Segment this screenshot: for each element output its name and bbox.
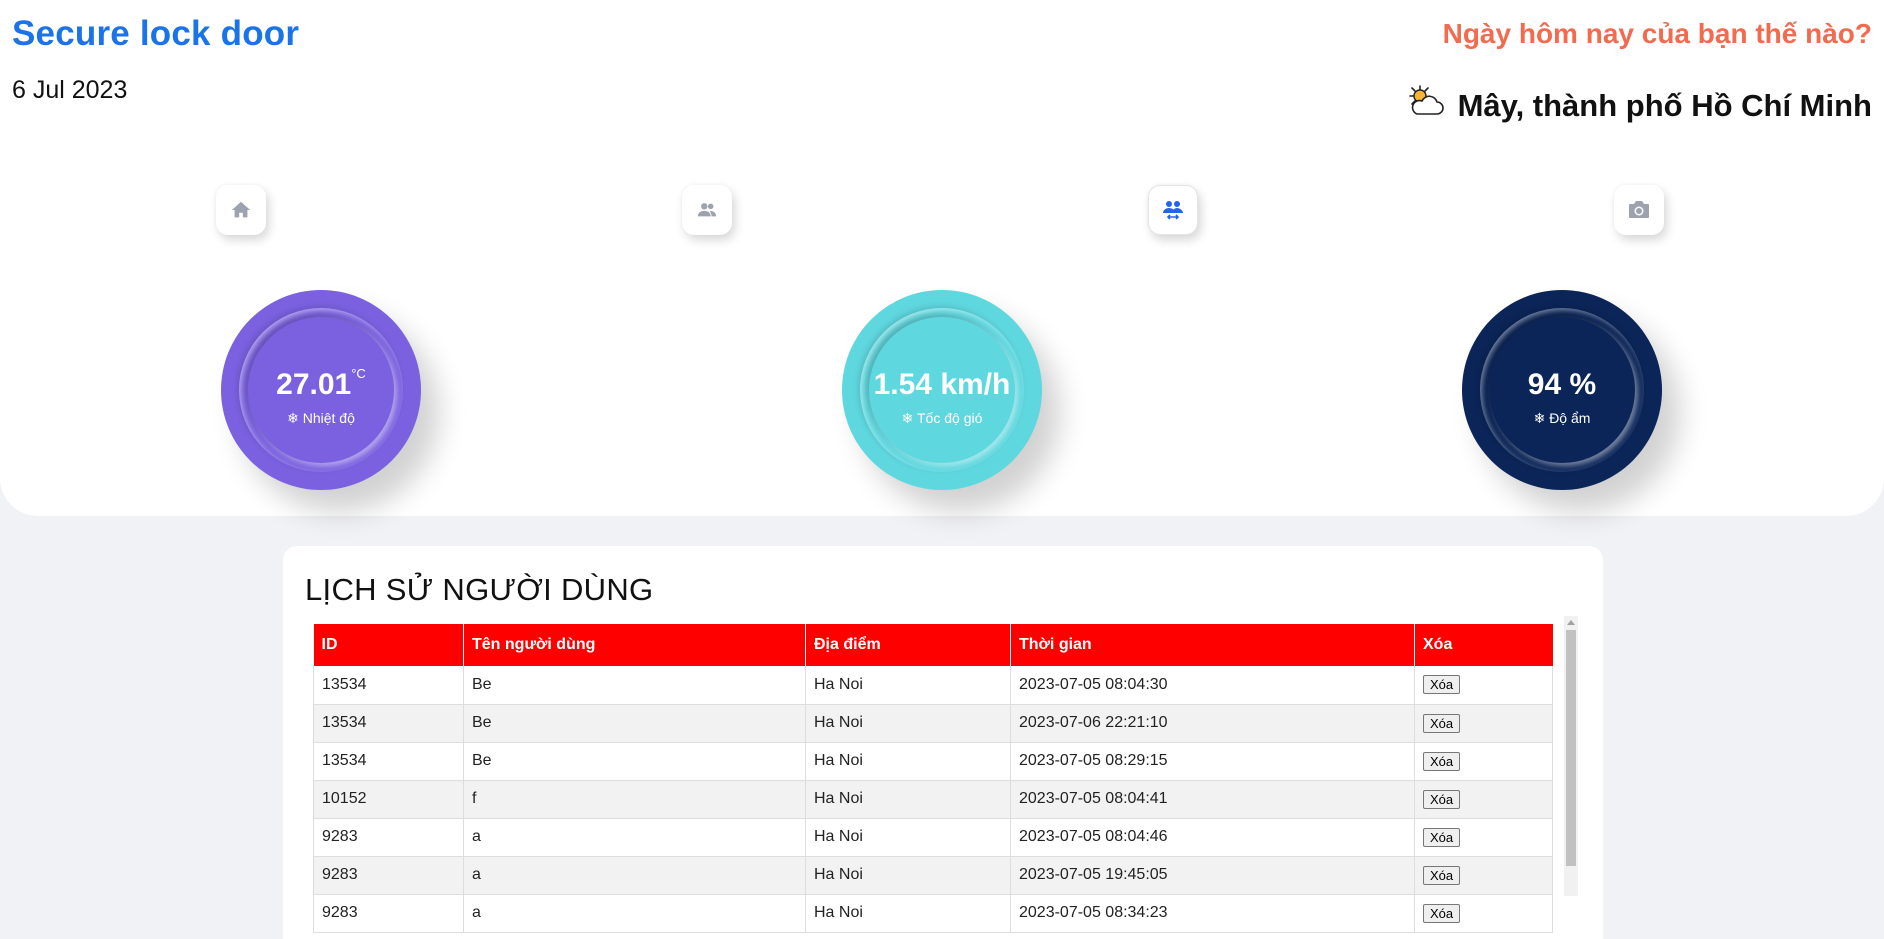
users-icon: [697, 203, 717, 217]
history-table: ID Tên người dùng Địa điểm Thời gian Xóa…: [313, 624, 1553, 933]
cell-delete: Xóa: [1414, 704, 1553, 743]
table-row: 13534 Be Ha Noi 2023-07-05 08:04:30 Xóa: [313, 666, 1553, 705]
table-header-row: ID Tên người dùng Địa điểm Thời gian Xóa: [313, 624, 1553, 666]
cell-delete: Xóa: [1414, 666, 1553, 705]
temperature-unit: °C: [351, 366, 366, 381]
cell-time: 2023-07-05 19:45:05: [1010, 856, 1415, 895]
delete-button[interactable]: Xóa: [1423, 675, 1461, 695]
cloud-sun-icon: [1406, 84, 1444, 127]
delete-button[interactable]: Xóa: [1423, 751, 1461, 771]
cell-id: 9283: [313, 894, 464, 933]
weather-text: Mây, thành phố Hồ Chí Minh: [1457, 87, 1872, 123]
app-title: Secure lock door: [12, 14, 300, 53]
nav-user-history-button[interactable]: [1148, 185, 1198, 235]
cell-delete: Xóa: [1414, 780, 1553, 819]
delete-button[interactable]: Xóa: [1423, 903, 1461, 923]
cell-username: Be: [463, 704, 806, 743]
humidity-value: 94 %: [1527, 368, 1597, 401]
header-panel: Secure lock door 6 Jul 2023 Ngày hôm nay…: [0, 0, 1884, 516]
humidity-gauge: 94 % ❄ Độ ẩm: [1462, 290, 1662, 490]
user-history-card: LỊCH SỬ NGƯỜI DÙNG ID Tên người dùng Địa…: [283, 546, 1603, 939]
cell-username: Be: [463, 742, 806, 781]
column-header-delete: Xóa: [1414, 624, 1553, 666]
cell-username: Be: [463, 666, 806, 705]
delete-button[interactable]: Xóa: [1423, 865, 1461, 885]
temperature-gauge: 27.01°C ❄ Nhiệt độ: [221, 290, 421, 490]
cell-id: 9283: [313, 856, 464, 895]
current-date: 6 Jul 2023: [12, 76, 128, 104]
table-row: 13534 Be Ha Noi 2023-07-06 22:21:10 Xóa: [313, 704, 1553, 743]
cell-id: 13534: [313, 704, 464, 743]
table-row: 9283 a Ha Noi 2023-07-05 19:45:05 Xóa: [313, 856, 1553, 895]
scrollbar-thumb[interactable]: [1566, 630, 1576, 866]
wind-speed-gauge: 1.54 km/h ❄ Tốc độ gió: [842, 290, 1042, 490]
cell-location: Ha Noi: [805, 742, 1011, 781]
scroll-up-arrow-icon[interactable]: [1564, 616, 1578, 628]
greeting-text: Ngày hôm nay của bạn thế nào?: [1442, 18, 1872, 49]
cell-location: Ha Noi: [805, 856, 1011, 895]
weather-info: Mây, thành phố Hồ Chí Minh: [1406, 84, 1872, 127]
temperature-value: 27.01°C: [276, 366, 366, 401]
cell-id: 13534: [313, 666, 464, 705]
cell-delete: Xóa: [1414, 742, 1553, 781]
cell-delete: Xóa: [1414, 856, 1553, 895]
camera-icon: [1629, 201, 1649, 218]
cell-id: 13534: [313, 742, 464, 781]
home-icon: [231, 201, 251, 218]
delete-button[interactable]: Xóa: [1423, 713, 1461, 733]
cell-location: Ha Noi: [805, 780, 1011, 819]
cell-id: 10152: [313, 780, 464, 819]
user-transfer-icon: [1163, 201, 1183, 220]
cell-id: 9283: [313, 818, 464, 857]
cell-username: a: [463, 818, 806, 857]
history-title: LỊCH SỬ NGƯỜI DÙNG: [305, 572, 654, 607]
cell-location: Ha Noi: [805, 894, 1011, 933]
cell-time: 2023-07-05 08:04:41: [1010, 780, 1415, 819]
table-row: 13534 Be Ha Noi 2023-07-05 08:29:15 Xóa: [313, 742, 1553, 781]
cell-delete: Xóa: [1414, 894, 1553, 933]
table-row: 9283 a Ha Noi 2023-07-05 08:04:46 Xóa: [313, 818, 1553, 857]
cell-location: Ha Noi: [805, 704, 1011, 743]
snowflake-icon: ❄: [901, 410, 914, 426]
delete-button[interactable]: Xóa: [1423, 789, 1461, 809]
cell-time: 2023-07-06 22:21:10: [1010, 704, 1415, 743]
cell-time: 2023-07-05 08:29:15: [1010, 742, 1415, 781]
cell-username: f: [463, 780, 806, 819]
cell-time: 2023-07-05 08:34:23: [1010, 894, 1415, 933]
humidity-label: ❄ Độ ẩm: [1533, 410, 1591, 426]
temperature-label: ❄ Nhiệt độ: [287, 410, 355, 426]
cell-location: Ha Noi: [805, 666, 1011, 705]
table-row: 9283 a Ha Noi 2023-07-05 08:34:23 Xóa: [313, 894, 1553, 933]
column-header-id: ID: [313, 624, 464, 666]
table-scrollbar[interactable]: [1564, 616, 1578, 896]
cell-username: a: [463, 894, 806, 933]
delete-button[interactable]: Xóa: [1423, 827, 1461, 847]
cell-delete: Xóa: [1414, 818, 1553, 857]
cell-username: a: [463, 856, 806, 895]
wind-speed-value: 1.54 km/h: [873, 368, 1011, 401]
nav-camera-button[interactable]: [1614, 185, 1664, 235]
snowflake-icon: ❄: [287, 410, 299, 426]
cell-time: 2023-07-05 08:04:46: [1010, 818, 1415, 857]
nav-home-button[interactable]: [216, 185, 266, 235]
column-header-username: Tên người dùng: [463, 624, 806, 666]
wind-speed-label: ❄ Tốc độ gió: [901, 410, 983, 426]
nav-users-button[interactable]: [682, 185, 732, 235]
cell-time: 2023-07-05 08:04:30: [1010, 666, 1415, 705]
column-header-location: Địa điểm: [805, 624, 1011, 666]
snowflake-icon: ❄: [1533, 410, 1546, 426]
column-header-time: Thời gian: [1010, 624, 1415, 666]
table-row: 10152 f Ha Noi 2023-07-05 08:04:41 Xóa: [313, 780, 1553, 819]
cell-location: Ha Noi: [805, 818, 1011, 857]
